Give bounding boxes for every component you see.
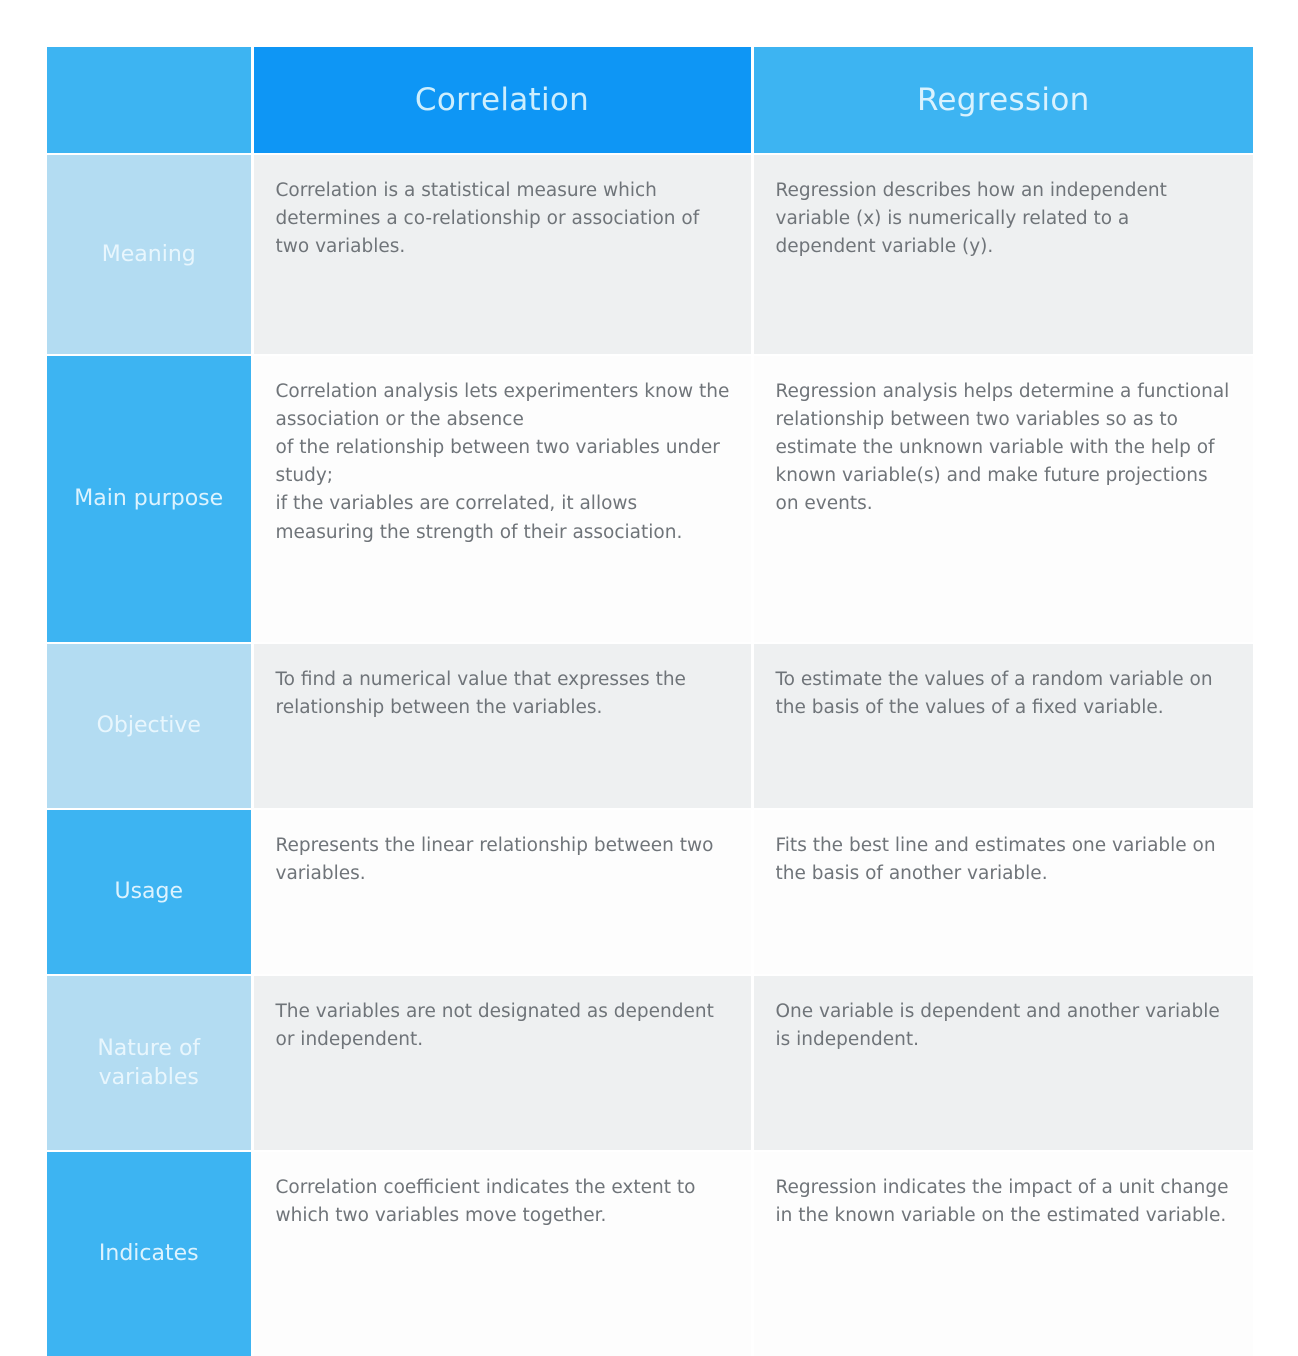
cell-main-purpose-correlation: Correlation analysis lets experimenters … xyxy=(250,354,752,643)
row-label-indicates: Indicates xyxy=(47,1150,252,1356)
table-row: Indicates Correlation coefficient indica… xyxy=(47,1150,1253,1356)
row-label-main-purpose: Main purpose xyxy=(47,354,252,643)
correlation-vs-regression-table: Correlation Regression Meaning Correlati… xyxy=(47,47,1253,1356)
cell-indicates-regression: Regression indicates the impact of a uni… xyxy=(750,1150,1253,1356)
cell-nature-of-variables-regression: One variable is dependent and another va… xyxy=(750,974,1253,1151)
table-body: Meaning Correlation is a statistical mea… xyxy=(47,153,1253,1356)
cell-meaning-correlation: Correlation is a statistical measure whi… xyxy=(250,153,752,355)
cell-objective-correlation: To find a numerical value that expresses… xyxy=(250,642,752,809)
row-label-nature-of-variables: Nature of variables xyxy=(47,974,252,1151)
header-regression: Regression xyxy=(750,47,1253,154)
cell-meaning-regression: Regression describes how an independent … xyxy=(750,153,1253,355)
cell-main-purpose-regression: Regression analysis helps determine a fu… xyxy=(750,354,1253,643)
table-row: Usage Represents the linear relationship… xyxy=(47,808,1253,975)
cell-indicates-correlation: Correlation coefficient indicates the ex… xyxy=(250,1150,752,1356)
header-blank-cell xyxy=(47,47,252,154)
table-header: Correlation Regression xyxy=(47,47,1253,154)
header-row: Correlation Regression xyxy=(47,47,1253,154)
cell-nature-of-variables-correlation: The variables are not designated as depe… xyxy=(250,974,752,1151)
row-label-meaning: Meaning xyxy=(47,153,252,355)
cell-objective-regression: To estimate the values of a random varia… xyxy=(750,642,1253,809)
cell-usage-regression: Fits the best line and estimates one var… xyxy=(750,808,1253,975)
table-row: Main purpose Correlation analysis lets e… xyxy=(47,354,1253,643)
row-label-usage: Usage xyxy=(47,808,252,975)
table-row: Meaning Correlation is a statistical mea… xyxy=(47,153,1253,355)
table-row: Objective To find a numerical value that… xyxy=(47,642,1253,809)
cell-usage-correlation: Represents the linear relationship betwe… xyxy=(250,808,752,975)
header-correlation: Correlation xyxy=(250,47,752,154)
comparison-table-page: Correlation Regression Meaning Correlati… xyxy=(0,0,1298,1356)
row-label-objective: Objective xyxy=(47,642,252,809)
table-row: Nature of variables The variables are no… xyxy=(47,974,1253,1151)
